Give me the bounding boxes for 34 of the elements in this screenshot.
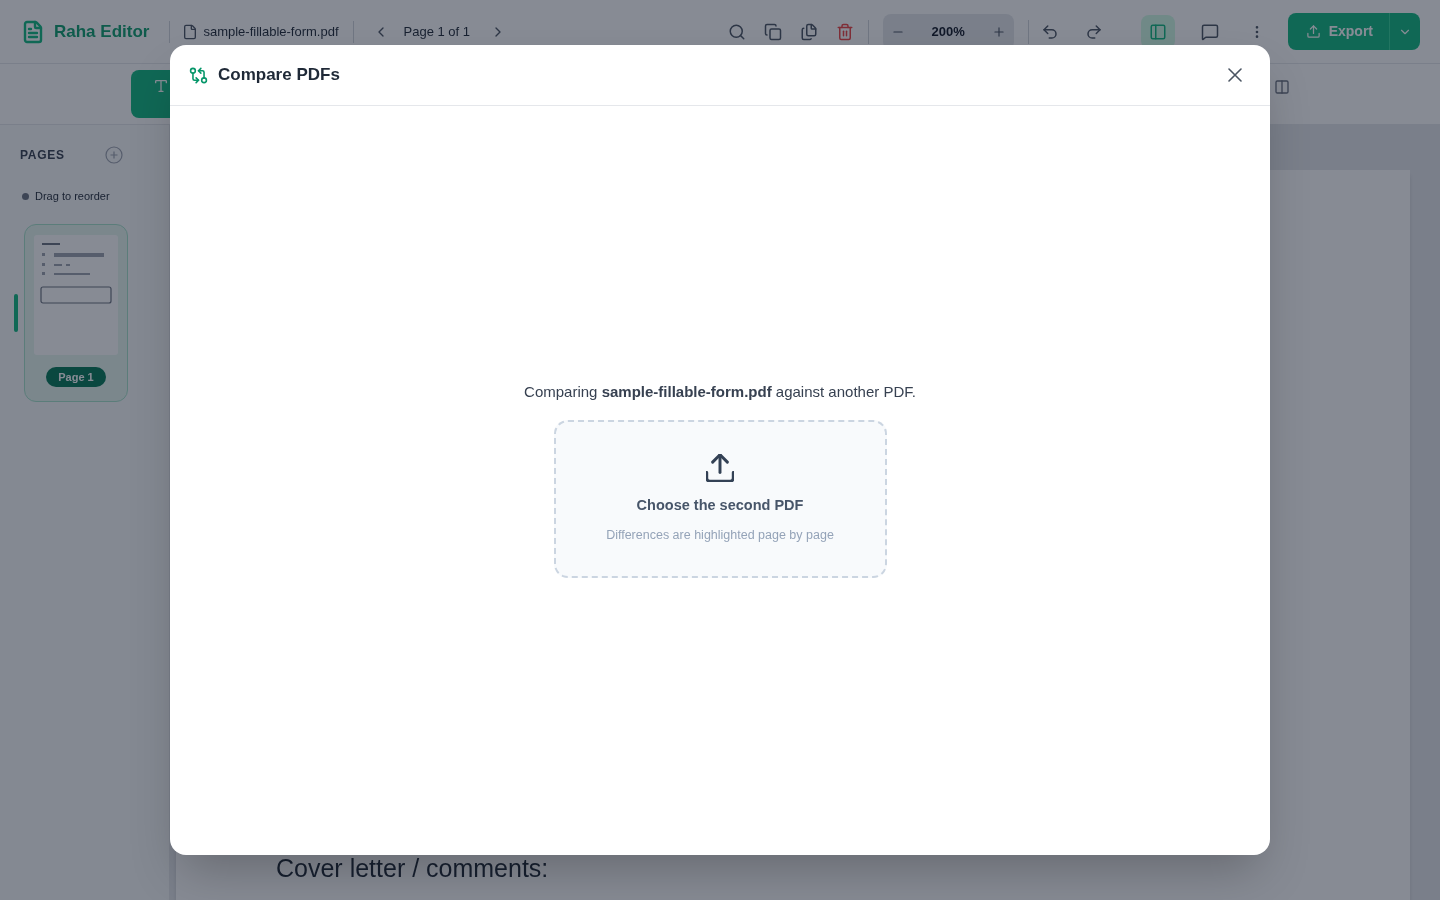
search-icon[interactable] <box>727 22 746 41</box>
page-label: Page 1 <box>46 366 106 387</box>
export-menu-button[interactable] <box>1389 13 1420 50</box>
redo-icon[interactable] <box>1084 22 1103 41</box>
logo-icon <box>21 19 45 44</box>
pages-icon[interactable] <box>799 22 818 41</box>
zoom-level: 200% <box>931 22 965 41</box>
text-icon <box>153 78 169 94</box>
undo-icon[interactable] <box>1040 22 1059 41</box>
export-button[interactable]: Export <box>1287 13 1389 50</box>
dialog-intro: Comparing sample-fillable-form.pdf against another PDF. <box>524 381 916 402</box>
app-name: Raha Editor <box>54 20 150 43</box>
dropzone-title: Choose the second PDF <box>636 495 804 515</box>
reorder-hint: Drag to reorder <box>35 189 110 204</box>
copy-icon[interactable] <box>763 22 782 41</box>
file-icon <box>182 23 199 40</box>
close-icon <box>1228 68 1242 82</box>
page-indicator: Page 1 of 1 <box>403 22 470 41</box>
trash-icon[interactable] <box>835 22 854 41</box>
layout-icon[interactable] <box>1274 79 1290 95</box>
pages-title: PAGES <box>20 147 65 164</box>
panel-icon <box>1148 22 1167 41</box>
file-name: sample-fillable-form.pdf <box>203 22 339 41</box>
upload-icon <box>706 453 734 482</box>
dialog-title: Compare PDFs <box>218 64 340 87</box>
file-drop-zone[interactable]: Choose the second PDF Differences are highlighted page by page <box>553 420 887 579</box>
dot-icon <box>22 192 29 200</box>
zoom-in-icon[interactable] <box>991 24 1006 39</box>
compare-icon <box>189 65 208 85</box>
dropzone-hint: Differences are highlighted page by page <box>606 527 834 545</box>
document-heading: Cover letter / comments: <box>276 854 549 882</box>
comment-icon[interactable] <box>1200 22 1219 41</box>
page-thumbnail-card[interactable]: Page 1 <box>24 223 128 402</box>
upload-icon <box>1305 24 1321 39</box>
